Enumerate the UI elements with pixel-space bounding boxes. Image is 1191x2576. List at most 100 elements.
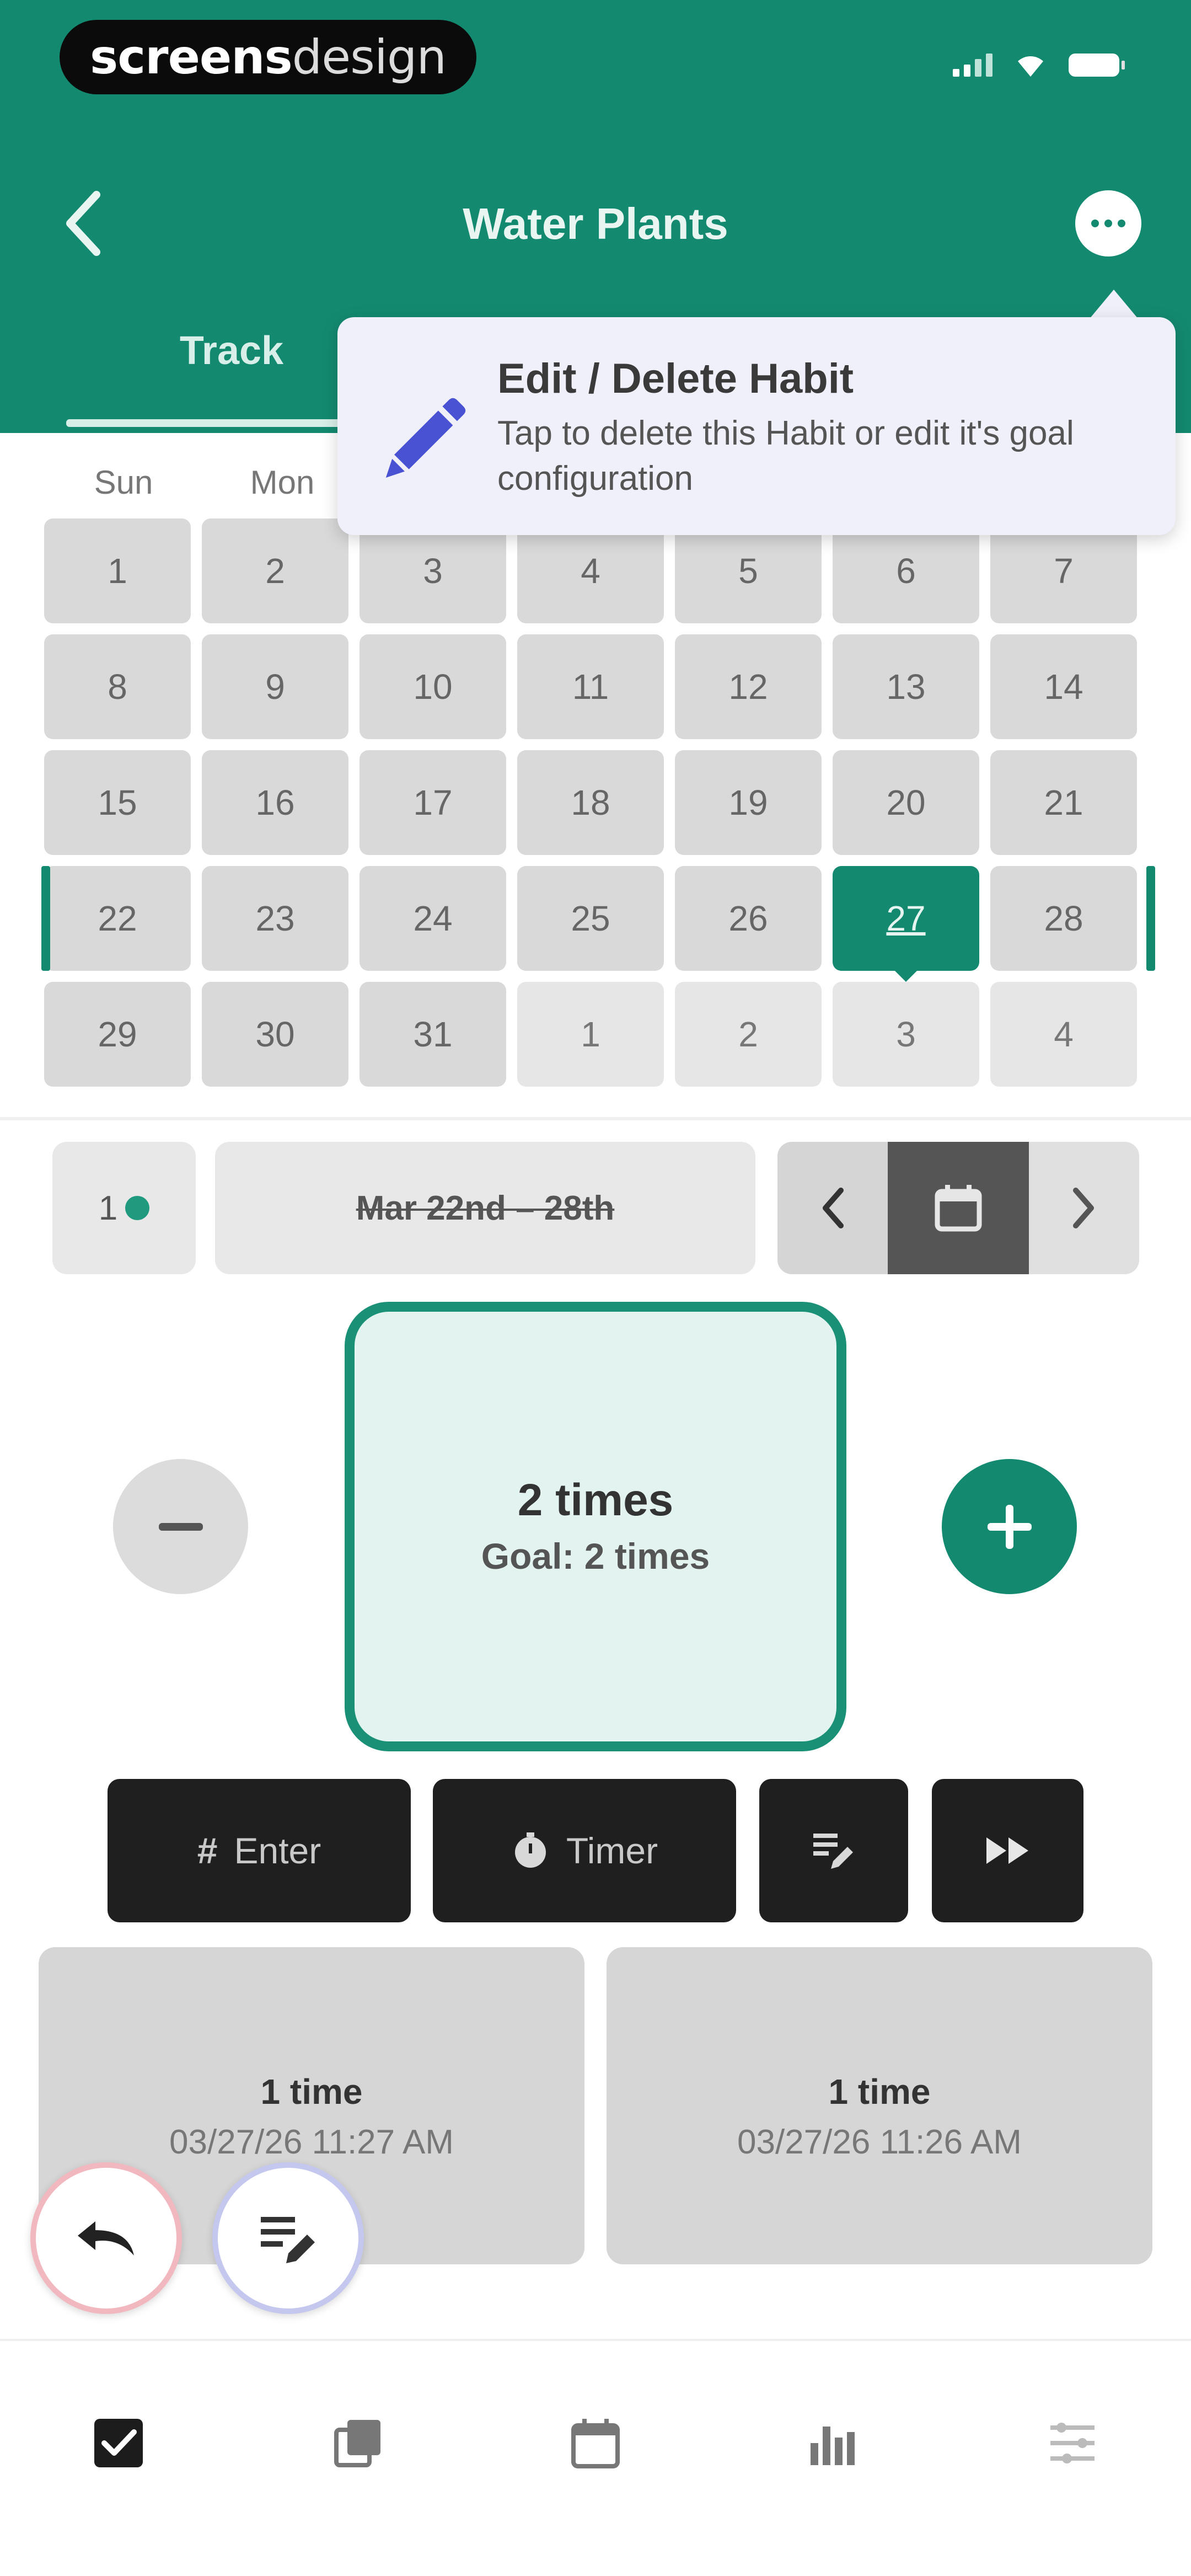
entry-count: 1 time xyxy=(260,2072,363,2112)
undo-icon xyxy=(77,2221,134,2256)
calendar-day[interactable]: 23 xyxy=(202,866,348,971)
fast-forward-icon xyxy=(986,1837,1028,1864)
increment-button[interactable] xyxy=(942,1459,1077,1594)
nav-journal[interactable] xyxy=(323,2407,394,2479)
calendar-week: 29 30 31 1 2 3 4 xyxy=(44,982,1147,1098)
nav-calendar[interactable] xyxy=(560,2407,631,2479)
date-range-label[interactable]: Mar 22nd – 28th xyxy=(215,1142,755,1274)
undo-button[interactable] xyxy=(30,2162,182,2314)
calendar-day[interactable]: 24 xyxy=(360,866,506,971)
copy-icon xyxy=(334,2420,380,2467)
section-divider xyxy=(0,1117,1191,1120)
history-entry[interactable]: 1 time 03/27/26 11:26 AM xyxy=(607,1947,1152,2264)
wifi-icon xyxy=(1015,52,1047,77)
calendar-day[interactable]: 9 xyxy=(202,634,348,739)
chevron-left-icon xyxy=(823,1188,844,1228)
calendar-day[interactable]: 4 xyxy=(990,982,1137,1087)
calendar-week: 1 2 3 4 5 6 7 xyxy=(44,519,1147,634)
calendar-day[interactable]: 22 xyxy=(44,866,191,971)
calendar-day[interactable]: 18 xyxy=(517,750,664,855)
page-title: Water Plants xyxy=(463,199,728,248)
calendar-grid: 1 2 3 4 5 6 7 8 9 10 11 12 13 14 15 16 1… xyxy=(41,519,1155,1098)
checkbox-icon xyxy=(94,2419,143,2467)
bottom-nav xyxy=(0,2339,1191,2576)
streak-icon xyxy=(125,1196,150,1220)
timer-icon xyxy=(514,1832,546,1868)
calendar-week: 8 9 10 11 12 13 14 xyxy=(44,634,1147,750)
tooltip-text: Tap to delete this Habit or edit it's go… xyxy=(497,414,1074,498)
entry-timestamp: 03/27/26 11:27 AM xyxy=(169,2123,454,2161)
calendar-day[interactable]: 30 xyxy=(202,982,348,1087)
calendar-day[interactable]: 25 xyxy=(517,866,664,971)
list-settings-icon xyxy=(1050,2423,1095,2463)
calendar-week-current: 22 23 24 25 26 27 28 xyxy=(41,866,1155,982)
brand-part1: screens xyxy=(90,29,293,85)
calendar-day[interactable]: 20 xyxy=(833,750,979,855)
calendar-day[interactable]: 11 xyxy=(517,634,664,739)
tooltip-title: Edit / Delete Habit xyxy=(497,355,854,402)
current-week-marker-right xyxy=(1146,866,1155,971)
decrement-button[interactable] xyxy=(113,1459,248,1594)
calendar-day[interactable]: 15 xyxy=(44,750,191,855)
calendar-day[interactable]: 2 xyxy=(675,982,822,1087)
hash-icon: # xyxy=(197,1830,218,1871)
calendar-day[interactable]: 3 xyxy=(833,982,979,1087)
calendar-day[interactable]: 10 xyxy=(360,634,506,739)
note-button[interactable] xyxy=(759,1779,908,1922)
calendar-icon xyxy=(571,2419,620,2468)
calendar-day[interactable]: 2 xyxy=(202,519,348,623)
streak-count: 1 xyxy=(98,1189,118,1227)
more-button[interactable] xyxy=(1075,190,1141,256)
edit-note-button[interactable] xyxy=(212,2162,364,2314)
entry-count: 1 time xyxy=(828,2072,931,2112)
note-edit-icon xyxy=(813,1834,853,1869)
calendar-icon xyxy=(935,1185,982,1232)
next-week-button[interactable] xyxy=(1029,1142,1139,1274)
current-week-marker-left xyxy=(41,866,50,971)
calendar-day[interactable]: 17 xyxy=(360,750,506,855)
timer-label: Timer xyxy=(566,1830,658,1871)
note-edit-icon xyxy=(260,2216,315,2263)
nav-stats[interactable] xyxy=(797,2407,868,2479)
calendar-day[interactable]: 16 xyxy=(202,750,348,855)
battery-icon xyxy=(1069,54,1125,77)
calendar-day[interactable]: 1 xyxy=(44,519,191,623)
enter-button[interactable]: # Enter xyxy=(108,1779,411,1922)
plus-icon xyxy=(987,1504,1032,1549)
entry-timestamp: 03/27/26 11:26 AM xyxy=(737,2123,1022,2161)
chevron-right-icon xyxy=(1073,1188,1094,1228)
progress-counter[interactable]: 2 times Goal: 2 times xyxy=(345,1302,846,1751)
pencil-icon xyxy=(385,398,466,478)
calendar-day[interactable]: 19 xyxy=(675,750,822,855)
calendar-day[interactable]: 26 xyxy=(675,866,822,971)
calendar-day[interactable]: 28 xyxy=(990,866,1137,971)
brand-watermark: screens design xyxy=(60,20,476,94)
calendar-day[interactable]: 12 xyxy=(675,634,822,739)
brand-part2: design xyxy=(292,29,447,85)
calendar-day[interactable]: 29 xyxy=(44,982,191,1087)
streak-badge: 1 xyxy=(52,1142,196,1274)
calendar-day[interactable]: 1 xyxy=(517,982,664,1087)
calendar-day[interactable]: 8 xyxy=(44,634,191,739)
minus-icon xyxy=(158,1522,203,1531)
status-icons xyxy=(953,52,1125,77)
calendar-week: 15 16 17 18 19 20 21 xyxy=(44,750,1147,866)
timer-button[interactable]: Timer xyxy=(433,1779,736,1922)
signal-icon xyxy=(953,52,993,77)
counter-goal: Goal: 2 times xyxy=(481,1536,710,1576)
nav-settings[interactable] xyxy=(1037,2407,1108,2479)
edit-delete-tooltip[interactable]: Edit / Delete Habit Tap to delete this H… xyxy=(337,317,1176,535)
previous-week-button[interactable] xyxy=(777,1142,888,1274)
calendar-day[interactable]: 14 xyxy=(990,634,1137,739)
skip-button[interactable] xyxy=(932,1779,1083,1922)
nav-habits[interactable] xyxy=(83,2407,154,2479)
calendar-day[interactable]: 21 xyxy=(990,750,1137,855)
enter-label: Enter xyxy=(234,1830,321,1871)
counter-value: 2 times xyxy=(517,1475,674,1525)
bar-chart-icon xyxy=(811,2427,855,2465)
calendar-day[interactable]: 13 xyxy=(833,634,979,739)
calendar-day[interactable]: 31 xyxy=(360,982,506,1087)
weekday-label: Sun xyxy=(94,464,153,501)
calendar-view-button[interactable] xyxy=(888,1142,1029,1274)
calendar-day-today[interactable]: 27 xyxy=(833,866,979,982)
